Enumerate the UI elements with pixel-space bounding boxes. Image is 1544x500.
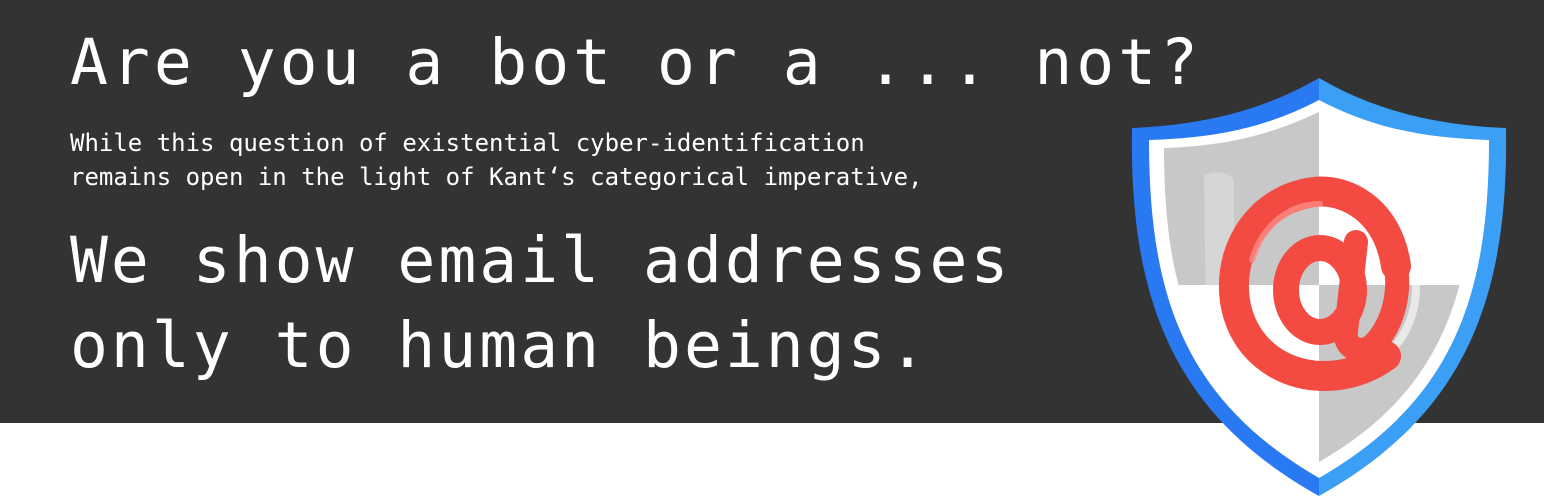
statement: We show email addresses only to human be… xyxy=(70,218,1011,388)
subtext-line: While this question of existential cyber… xyxy=(70,129,865,157)
statement-line: only to human beings. xyxy=(70,309,930,382)
subtext-line: remains open in the light of Kant‘s cate… xyxy=(70,163,923,191)
headline: Are you a bot or a ... not? xyxy=(70,26,1203,99)
subtext: While this question of existential cyber… xyxy=(70,126,923,194)
shield-icon xyxy=(1131,78,1507,496)
statement-line: We show email addresses xyxy=(70,224,1012,297)
